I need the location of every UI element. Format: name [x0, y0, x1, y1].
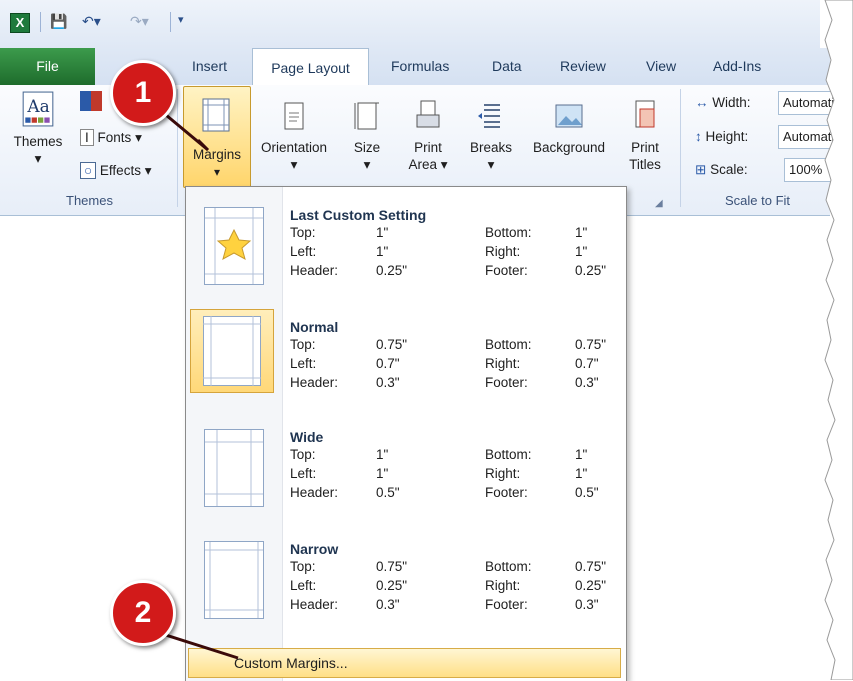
callout-2: 2: [110, 580, 176, 646]
callout-1: 1: [110, 60, 176, 126]
